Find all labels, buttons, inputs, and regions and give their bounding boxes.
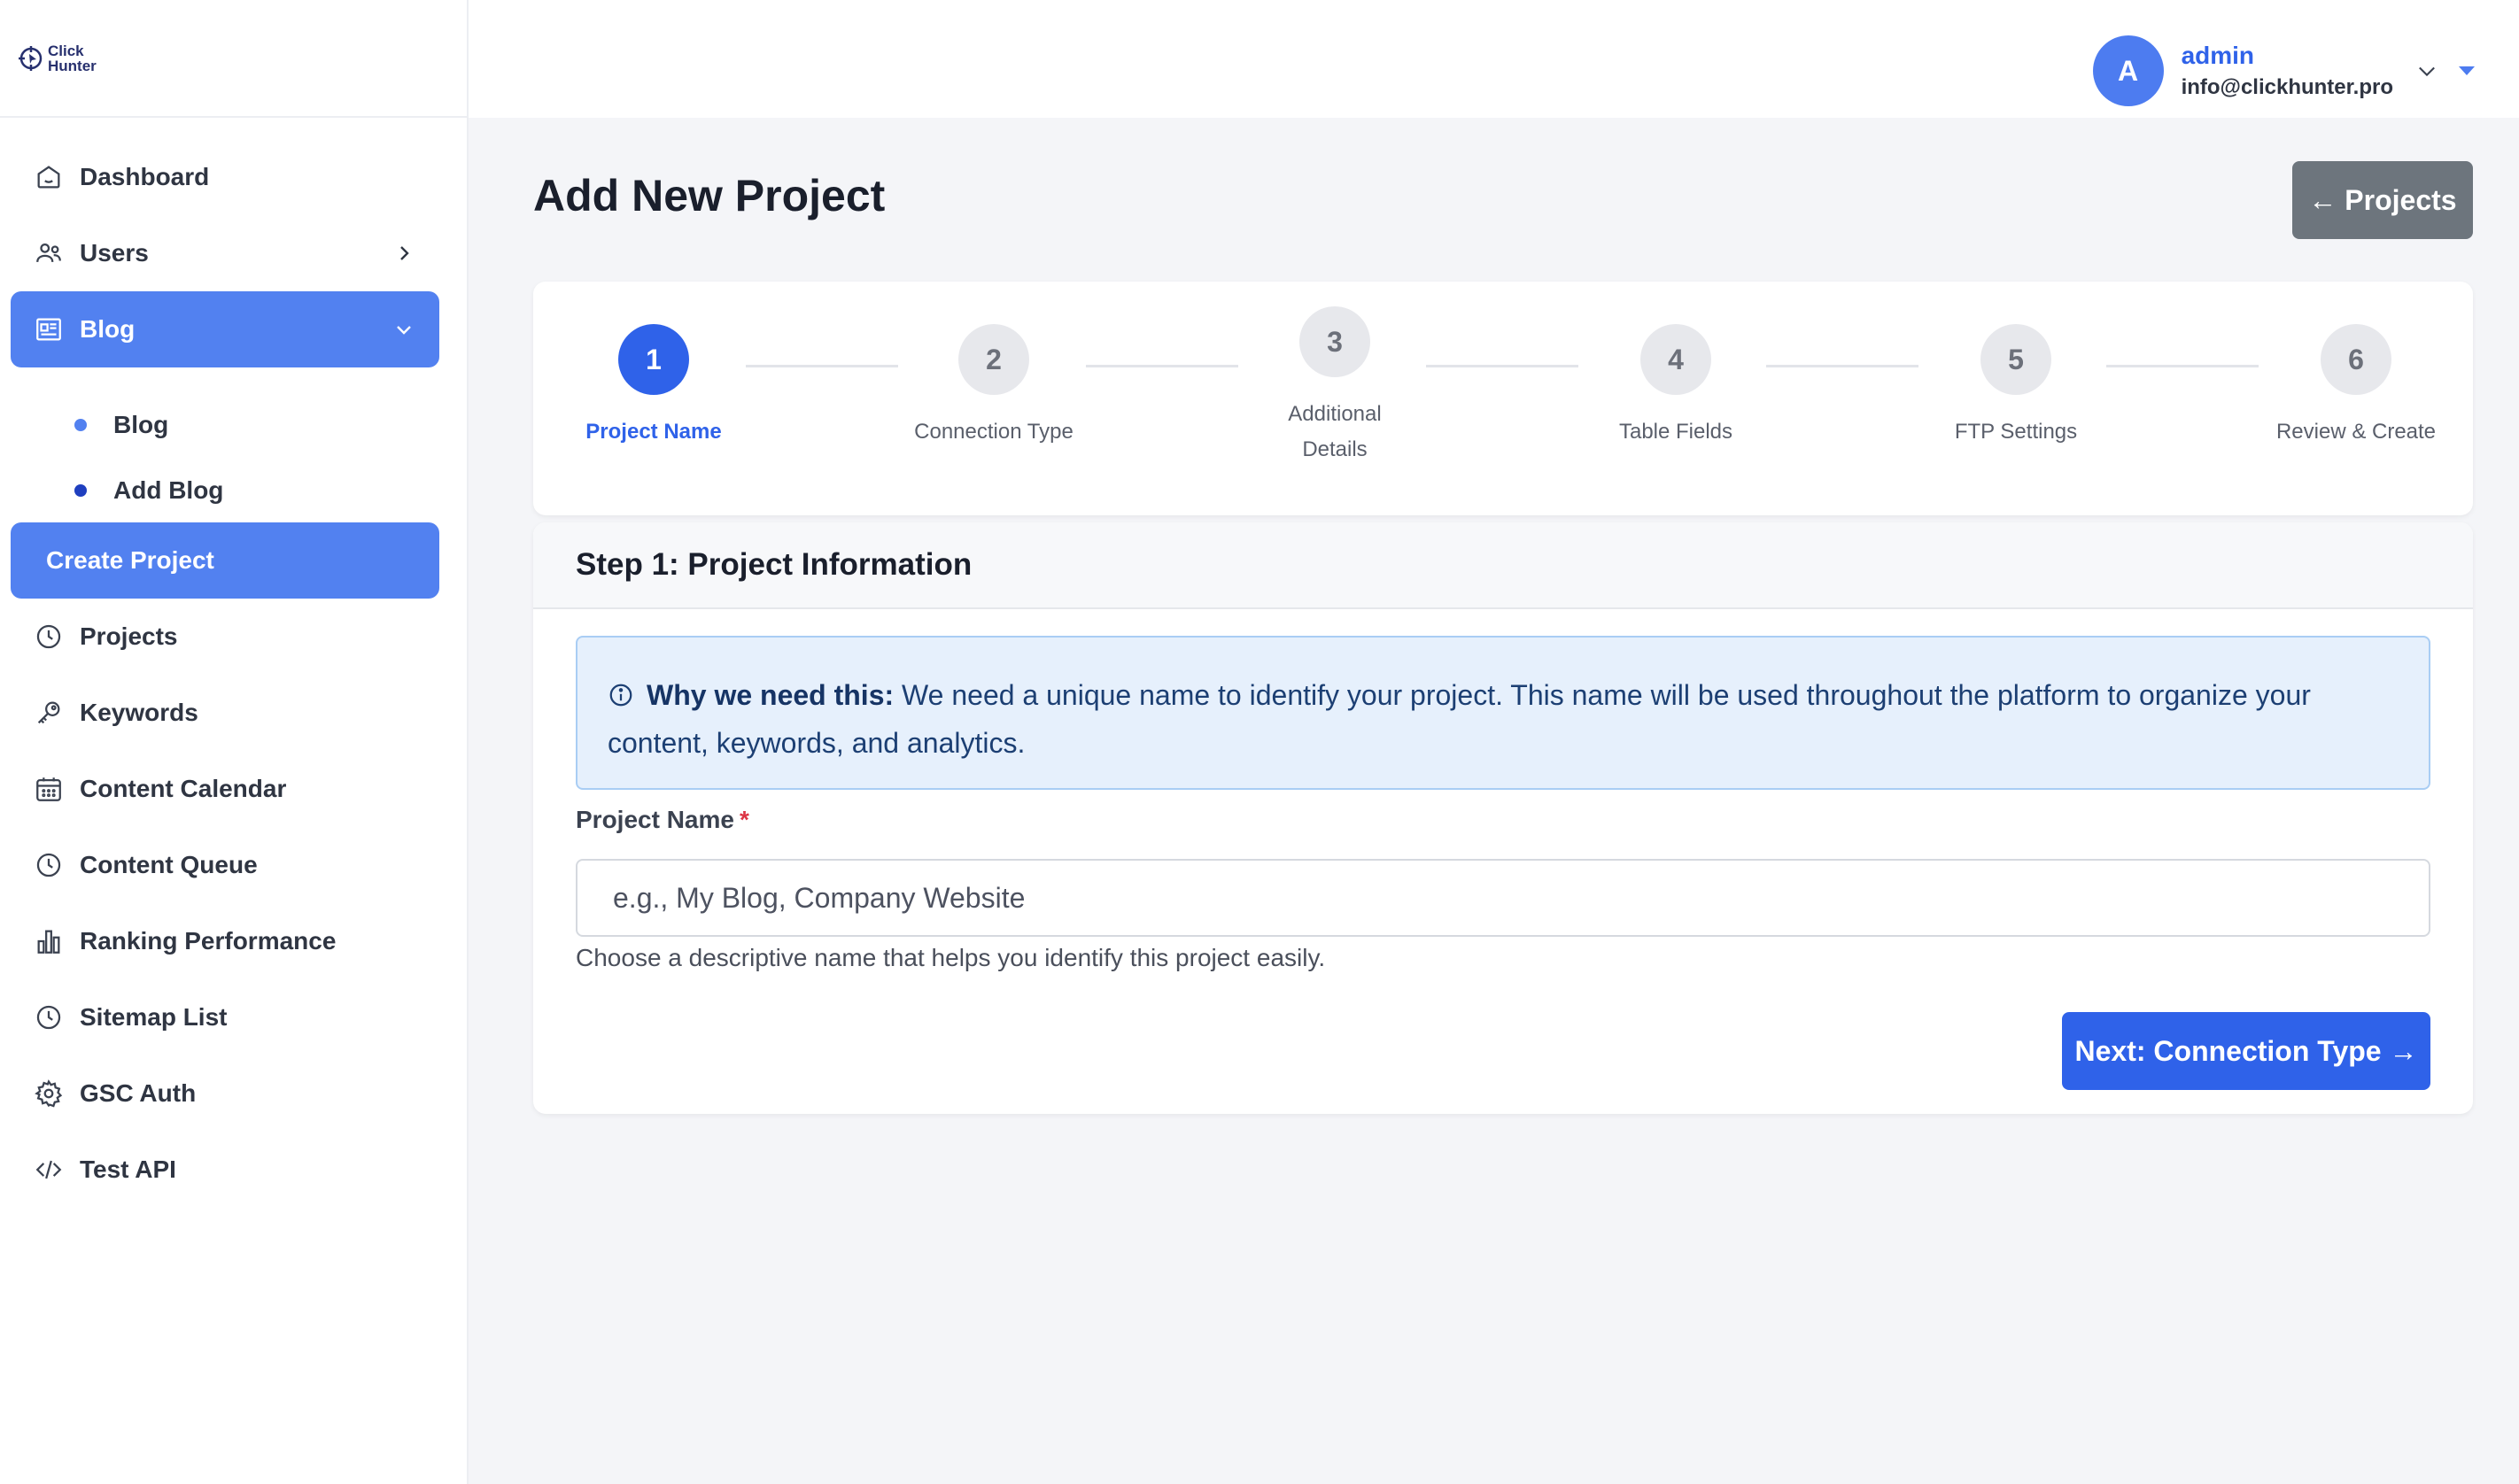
gear-icon xyxy=(32,1077,66,1110)
step-table-fields[interactable]: 4 Table Fields xyxy=(1578,324,1773,450)
step-label: Additional Details xyxy=(1237,397,1432,468)
project-name-label: Project Name * xyxy=(576,806,749,834)
step-number: 4 xyxy=(1640,324,1711,395)
step-additional-details[interactable]: 3 Additional Details xyxy=(1237,306,1432,468)
project-form-card: Step 1: Project Information Why we need … xyxy=(533,522,2473,1114)
clock-icon xyxy=(32,620,66,653)
sidebar-item-label: Dashboard xyxy=(80,163,210,190)
bar-chart-icon xyxy=(32,924,66,958)
sidebar-item-blog[interactable]: Blog xyxy=(11,291,439,367)
info-title: Why we need this: xyxy=(647,679,895,711)
step-review-create[interactable]: 6 Review & Create xyxy=(2259,324,2453,450)
info-icon xyxy=(609,684,632,707)
sidebar-item-label: Projects xyxy=(80,622,178,650)
key-icon xyxy=(32,696,66,730)
step-number: 6 xyxy=(2321,324,2391,395)
code-icon xyxy=(32,1153,66,1186)
step-label: Review & Create xyxy=(2275,420,2437,444)
sidebar-subitem-label: Blog xyxy=(113,411,169,438)
user-name: admin xyxy=(2181,42,2255,69)
required-mark: * xyxy=(739,806,749,833)
crosshair-logo-icon xyxy=(19,45,43,71)
step-connector xyxy=(2106,365,2259,367)
sidebar-item-label: Ranking Performance xyxy=(80,927,337,955)
step-connector xyxy=(1426,365,1578,367)
step-number: 2 xyxy=(958,324,1029,395)
stepper-card: 1 Project Name 2 Connection Type 3 Addit… xyxy=(533,282,2473,515)
sidebar-item-gsc-auth[interactable]: GSC Auth xyxy=(11,1055,439,1132)
step-number: 3 xyxy=(1299,306,1370,377)
sidebar-item-sitemap-list[interactable]: Sitemap List xyxy=(11,979,439,1055)
sidebar-item-ranking-performance[interactable]: Ranking Performance xyxy=(11,903,439,979)
user-info: admin info@clickhunter.pro xyxy=(2182,42,2393,100)
step-number: 1 xyxy=(618,324,689,395)
next-connection-type-button[interactable]: Next: Connection Type → xyxy=(2062,1012,2430,1090)
sidebar-item-projects[interactable]: Projects xyxy=(11,599,439,675)
sidebar-item-label: Content Calendar xyxy=(80,775,287,802)
sidebar-item-label: Test API xyxy=(80,1156,176,1183)
step-label: Connection Type xyxy=(914,420,1073,444)
sidebar-item-content-queue[interactable]: Content Queue xyxy=(11,827,439,903)
bullet-icon xyxy=(74,419,87,431)
step-connector xyxy=(1086,365,1238,367)
field-label-text: Project Name xyxy=(576,806,734,833)
top-bar: A admin info@clickhunter.pro xyxy=(469,0,2519,118)
sidebar: Click Hunter Dashboard Users Blog Blog A… xyxy=(0,0,469,1484)
sidebar-item-dashboard[interactable]: Dashboard xyxy=(11,139,439,215)
chevron-down-icon xyxy=(397,326,411,335)
clock-icon xyxy=(32,848,66,882)
sidebar-item-label: Blog xyxy=(80,315,136,343)
chevron-right-icon xyxy=(400,246,409,260)
user-email: info@clickhunter.pro xyxy=(2181,75,2393,99)
step-label: Project Name xyxy=(585,420,722,444)
step-connector xyxy=(1766,365,1918,367)
logo[interactable]: Click Hunter xyxy=(18,43,97,73)
help-text: Choose a descriptive name that helps you… xyxy=(576,944,1326,971)
home-icon xyxy=(32,160,66,194)
back-to-projects-button[interactable]: ← Projects xyxy=(2292,161,2473,239)
sidebar-item-test-api[interactable]: Test API xyxy=(11,1132,439,1208)
sidebar-item-users[interactable]: Users xyxy=(11,215,439,291)
clock-icon xyxy=(32,1001,66,1034)
sidebar-item-content-calendar[interactable]: Content Calendar xyxy=(11,751,439,827)
caret-down-icon[interactable] xyxy=(2459,66,2475,75)
step-label-line2: Details xyxy=(1302,437,1368,461)
create-project-button[interactable]: Create Project xyxy=(11,522,439,599)
user-menu[interactable]: A admin info@clickhunter.pro xyxy=(2092,35,2475,106)
step-project-name[interactable]: 1 Project Name xyxy=(556,324,751,450)
info-alert: Why we need this: We need a unique name … xyxy=(576,636,2430,790)
step-number: 5 xyxy=(1980,324,2051,395)
step-ftp-settings[interactable]: 5 FTP Settings xyxy=(1918,324,2113,450)
step-connection-type[interactable]: 2 Connection Type xyxy=(896,324,1091,450)
logo-text-line1: Click xyxy=(48,42,84,59)
sidebar-subitem-label: Add Blog xyxy=(113,476,224,504)
form-header: Step 1: Project Information xyxy=(533,522,2473,609)
step-connector xyxy=(746,365,898,367)
step-label: FTP Settings xyxy=(1954,420,2078,444)
sidebar-item-label: Keywords xyxy=(80,699,198,726)
sidebar-subitem-blog[interactable]: Blog xyxy=(74,403,168,447)
step-label: Table Fields xyxy=(1618,420,1733,444)
sidebar-item-keywords[interactable]: Keywords xyxy=(11,675,439,751)
step-label-line1: Additional xyxy=(1288,402,1382,426)
project-name-input[interactable] xyxy=(576,859,2430,937)
chevron-down-icon[interactable] xyxy=(2414,58,2439,83)
logo-text-line2: Hunter xyxy=(48,57,97,74)
sidebar-item-label: Users xyxy=(80,239,149,267)
sidebar-item-label: GSC Auth xyxy=(80,1079,197,1107)
avatar[interactable]: A xyxy=(2092,35,2164,106)
bullet-icon xyxy=(74,484,87,497)
newspaper-icon xyxy=(32,313,66,346)
sidebar-subitem-add-blog[interactable]: Add Blog xyxy=(74,468,223,513)
sidebar-item-label: Sitemap List xyxy=(80,1003,228,1031)
page-title: Add New Project xyxy=(533,171,886,220)
calendar-icon xyxy=(32,772,66,806)
logo-area: Click Hunter xyxy=(0,0,467,118)
sidebar-item-label: Content Queue xyxy=(80,851,258,878)
users-icon xyxy=(32,236,66,270)
